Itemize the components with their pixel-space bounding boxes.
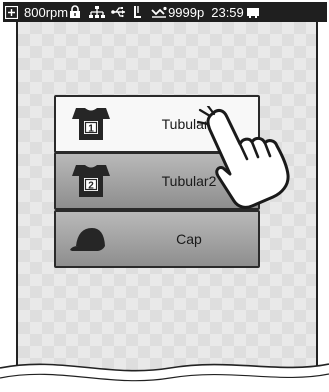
pointing-hand-icon: [196, 104, 302, 221]
usb-icon: [111, 6, 127, 18]
stitch-icon: [151, 6, 167, 19]
page-edge: [0, 363, 329, 392]
frame-icon: [5, 5, 18, 19]
svg-text:1: 1: [88, 124, 94, 135]
device-frame: 800rpm 9999p 23:59 1 Tubular1 2 Tubular2…: [0, 0, 329, 392]
cap-label: Cap: [176, 231, 202, 247]
tshirt-2-icon: 2: [56, 164, 126, 198]
needle-icon: [133, 5, 143, 19]
tshirt-1-icon: 1: [56, 107, 126, 141]
network-icon: [89, 5, 106, 19]
cap-icon: [56, 224, 126, 254]
speed-text: 800rpm: [24, 4, 69, 20]
time-text: 23:59: [211, 4, 244, 20]
lock-icon: [69, 5, 81, 19]
embroidery-icon: [246, 6, 259, 18]
svg-text:2: 2: [88, 181, 94, 192]
status-bar: 800rpm 9999p 23:59: [3, 2, 327, 22]
stitch-count-text: 9999p: [168, 4, 205, 20]
